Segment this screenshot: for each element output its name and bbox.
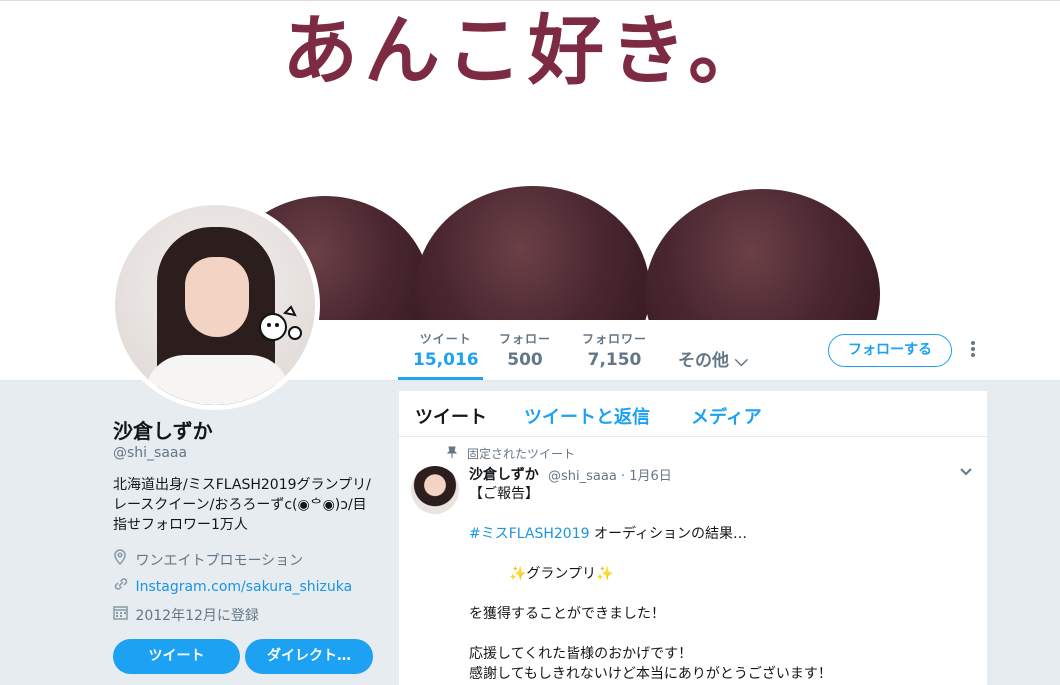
profile-avatar[interactable] [110, 200, 320, 410]
tweet-line: を獲得することができました！ [469, 606, 665, 622]
direct-message-button[interactable]: ダイレクト… [245, 639, 373, 674]
chevron-down-icon[interactable] [959, 465, 973, 481]
tweet-text: 【ご報告】 #ミスFLASH2019 オーディションの結果… ✨グランプリ✨ を… [469, 484, 832, 684]
banner-text: あんこ好き。 [282, 6, 771, 95]
timeline: ツイート ツイートと返信 メディア 固定されたツイート 沙倉しずか @shi_s… [399, 391, 987, 685]
location-pin-icon [113, 549, 131, 569]
tweet-author-name[interactable]: 沙倉しずか [469, 464, 539, 484]
profile-location: ワンエイトプロモーション [113, 549, 303, 570]
banner-mochi [645, 189, 880, 320]
tweet-line: 【ご報告】 [469, 486, 539, 502]
tweet-line: 応援してくれた皆様のおかげです！ [469, 646, 693, 662]
bio-line: レースクイーン/おろろーずc(◉ᅌ◉)ɔ/目 [113, 497, 367, 513]
follow-button[interactable]: フォローする [828, 334, 952, 367]
tweet-to-button[interactable]: ツイート [113, 639, 240, 674]
joined-text: 2012年12月に登録 [135, 608, 259, 624]
bio-line: 指せフォロワー1万人 [113, 517, 248, 533]
hashtag-link[interactable]: #ミスFLASH2019 [469, 526, 590, 542]
timeline-tabs: ツイート ツイートと返信 メディア [399, 391, 987, 437]
more-menu-icon[interactable] [968, 340, 978, 358]
tweet-author-avatar[interactable] [411, 466, 459, 514]
profile-name: 沙倉しずか [113, 419, 213, 443]
stat-followers[interactable]: フォロワー 7,150 [582, 330, 647, 370]
link-icon [113, 577, 131, 595]
stat-following[interactable]: フォロー 500 [499, 330, 551, 370]
more-tab[interactable]: その他 ⌵ [678, 346, 748, 371]
tweet-line: #ミスFLASH2019 オーディションの結果… [469, 526, 748, 542]
stat-label: ツイート [419, 332, 472, 346]
stat-label: フォロワー [582, 332, 648, 346]
banner-mochi [415, 186, 650, 320]
stat-label: フォロー [499, 332, 552, 346]
stat-value: 7,150 [587, 350, 642, 370]
calendar-icon [113, 605, 131, 624]
link-text[interactable]: Instagram.com/sakura_shizuka [135, 579, 352, 595]
stat-value: 15,016 [413, 350, 479, 370]
profile-handle: @shi_saaa [113, 445, 188, 461]
bio-line: 北海道出身/ミスFLASH2019グランプリ/ [113, 477, 371, 493]
pinned-tweet-label: 固定されたツイート [467, 447, 576, 461]
tab-media[interactable]: メディア [691, 403, 762, 429]
profile-link[interactable]: Instagram.com/sakura_shizuka [113, 577, 352, 595]
active-tab-indicator [398, 377, 483, 380]
location-text: ワンエイトプロモーション [135, 553, 304, 569]
tweet-line: 感謝してもしきれないけど本当にありがとうございます！ [469, 666, 832, 682]
tweet-handle-date[interactable]: @shi_saaa · 1月6日 [548, 465, 672, 484]
tweet-line: ✨グランプリ✨ [509, 566, 614, 582]
stat-tweets[interactable]: ツイート 15,016 [413, 330, 479, 370]
profile-joined: 2012年12月に登録 [113, 605, 259, 625]
tab-tweets-and-replies[interactable]: ツイートと返信 [524, 403, 650, 429]
pin-icon [446, 446, 458, 461]
mascot-sticker-icon [259, 305, 302, 341]
tab-tweets[interactable]: ツイート [415, 403, 487, 429]
stat-value: 500 [507, 350, 543, 370]
profile-bio: 北海道出身/ミスFLASH2019グランプリ/ レースクイーン/おろろーずc(◉… [113, 475, 375, 535]
